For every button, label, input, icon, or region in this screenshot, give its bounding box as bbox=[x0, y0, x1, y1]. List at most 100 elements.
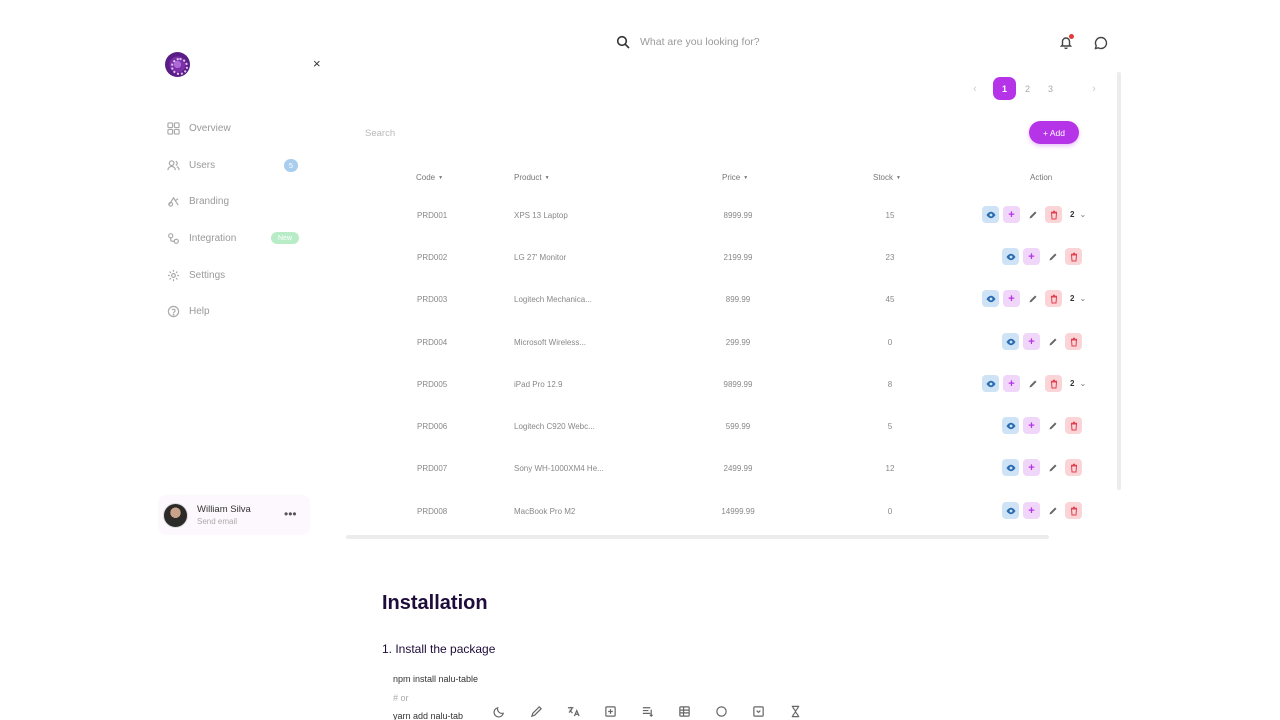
count-dropdown[interactable]: 2 ⌄ bbox=[1070, 210, 1086, 219]
timer-button[interactable] bbox=[777, 705, 814, 718]
user-send-email[interactable]: Send email bbox=[197, 517, 251, 526]
global-search-input[interactable]: What are you looking for? bbox=[616, 35, 760, 49]
hourglass-icon bbox=[791, 705, 800, 718]
sidebar-item-help[interactable]: Help bbox=[166, 301, 306, 322]
sidebar-item-overview[interactable]: Overview bbox=[166, 118, 306, 139]
add-button[interactable]: + Add bbox=[1029, 121, 1079, 144]
circle-tool-button[interactable] bbox=[703, 705, 740, 718]
messages-button[interactable] bbox=[1094, 36, 1108, 55]
cell-stock: 45 bbox=[885, 295, 895, 304]
close-sidebar-button[interactable]: × bbox=[313, 56, 321, 71]
cell-price: 8999.99 bbox=[723, 211, 753, 220]
dropdown-block-button[interactable] bbox=[740, 705, 777, 718]
page-1-button[interactable]: 1 bbox=[993, 77, 1016, 100]
pencil-icon bbox=[1049, 253, 1056, 260]
sidebar-item-integration[interactable]: Integration New bbox=[166, 228, 306, 249]
vertical-scrollbar[interactable] bbox=[1117, 72, 1121, 490]
cell-code: PRD007 bbox=[417, 464, 448, 473]
help-icon bbox=[166, 305, 180, 319]
dark-mode-toggle[interactable] bbox=[481, 705, 518, 718]
sidebar-item-branding[interactable]: Branding bbox=[166, 191, 306, 212]
view-button[interactable] bbox=[1002, 248, 1019, 265]
cell-code: PRD002 bbox=[417, 253, 448, 262]
table-button[interactable] bbox=[666, 705, 703, 718]
column-header-stock[interactable]: Stock ▼ bbox=[873, 173, 901, 182]
view-button[interactable] bbox=[982, 375, 999, 392]
delete-button[interactable] bbox=[1065, 248, 1082, 265]
view-button[interactable] bbox=[982, 290, 999, 307]
add-row-button[interactable]: + bbox=[1023, 333, 1040, 350]
circle-icon bbox=[716, 706, 727, 717]
row-actions: + bbox=[1002, 459, 1086, 476]
table-icon bbox=[679, 706, 690, 717]
add-row-button[interactable]: + bbox=[1003, 290, 1020, 307]
text-format-button[interactable] bbox=[629, 705, 666, 718]
view-button[interactable] bbox=[1002, 333, 1019, 350]
count-dropdown[interactable]: 2 ⌄ bbox=[1070, 379, 1086, 388]
page-3-button[interactable]: 3 bbox=[1039, 77, 1062, 100]
edit-button[interactable] bbox=[1044, 248, 1061, 265]
new-badge: New bbox=[271, 232, 299, 245]
edit-button[interactable] bbox=[1024, 206, 1041, 223]
eye-icon bbox=[986, 295, 995, 302]
view-button[interactable] bbox=[1002, 417, 1019, 434]
trash-icon bbox=[1070, 337, 1077, 346]
grid-icon bbox=[166, 122, 180, 136]
user-profile-card[interactable]: William Silva Send email ••• bbox=[158, 495, 310, 535]
sidebar-item-users[interactable]: Users 5 bbox=[166, 155, 306, 176]
page-2-button[interactable]: 2 bbox=[1016, 77, 1039, 100]
more-options-button[interactable]: ••• bbox=[284, 507, 297, 521]
delete-button[interactable] bbox=[1045, 206, 1062, 223]
prev-page-button[interactable]: ‹ bbox=[965, 83, 985, 95]
view-button[interactable] bbox=[1002, 459, 1019, 476]
cell-product: iPad Pro 12.9 bbox=[514, 380, 563, 389]
row-actions: + bbox=[1002, 502, 1086, 519]
eye-icon bbox=[1006, 253, 1015, 260]
delete-button[interactable] bbox=[1065, 502, 1082, 519]
add-row-button[interactable]: + bbox=[1023, 502, 1040, 519]
add-row-button[interactable]: + bbox=[1023, 248, 1040, 265]
next-page-button[interactable]: › bbox=[1084, 83, 1104, 95]
add-row-button[interactable]: + bbox=[1023, 459, 1040, 476]
add-row-button[interactable]: + bbox=[1023, 417, 1040, 434]
cell-stock: 0 bbox=[887, 338, 893, 347]
add-block-button[interactable] bbox=[592, 705, 629, 718]
sort-icon: ▼ bbox=[544, 174, 550, 181]
cell-product: Logitech C920 Webc... bbox=[514, 422, 595, 431]
sidebar-item-label: Integration bbox=[189, 233, 237, 245]
delete-button[interactable] bbox=[1045, 290, 1062, 307]
notifications-button[interactable] bbox=[1059, 34, 1074, 54]
view-button[interactable] bbox=[982, 206, 999, 223]
delete-button[interactable] bbox=[1065, 459, 1082, 476]
edit-button[interactable] bbox=[1024, 375, 1041, 392]
pen-tool-button[interactable] bbox=[518, 705, 555, 718]
column-header-price[interactable]: Price ▼ bbox=[722, 173, 748, 182]
delete-button[interactable] bbox=[1065, 417, 1082, 434]
eye-icon bbox=[1006, 338, 1015, 345]
table-search-input[interactable]: Search bbox=[365, 128, 395, 139]
plus-square-icon bbox=[605, 706, 616, 717]
delete-button[interactable] bbox=[1065, 333, 1082, 350]
edit-button[interactable] bbox=[1044, 417, 1061, 434]
trash-icon bbox=[1050, 210, 1057, 219]
column-header-product[interactable]: Product ▼ bbox=[514, 173, 550, 182]
view-button[interactable] bbox=[1002, 502, 1019, 519]
add-row-button[interactable]: + bbox=[1003, 375, 1020, 392]
count-value: 2 bbox=[1070, 294, 1075, 303]
pencil-icon bbox=[1049, 422, 1056, 429]
chevron-down-icon: ⌄ bbox=[1079, 210, 1087, 219]
edit-button[interactable] bbox=[1044, 333, 1061, 350]
edit-button[interactable] bbox=[1044, 502, 1061, 519]
cell-price: 2499.99 bbox=[723, 464, 753, 473]
cell-product: Microsoft Wireless... bbox=[514, 338, 587, 347]
edit-button[interactable] bbox=[1024, 290, 1041, 307]
column-header-code[interactable]: Code ▼ bbox=[416, 173, 443, 182]
horizontal-scrollbar[interactable] bbox=[346, 535, 1049, 539]
count-dropdown[interactable]: 2 ⌄ bbox=[1070, 294, 1086, 303]
sidebar-item-settings[interactable]: Settings bbox=[166, 265, 306, 286]
delete-button[interactable] bbox=[1045, 375, 1062, 392]
translate-button[interactable] bbox=[555, 705, 592, 718]
add-row-button[interactable]: + bbox=[1003, 206, 1020, 223]
edit-button[interactable] bbox=[1044, 459, 1061, 476]
cell-code: PRD004 bbox=[417, 338, 448, 347]
